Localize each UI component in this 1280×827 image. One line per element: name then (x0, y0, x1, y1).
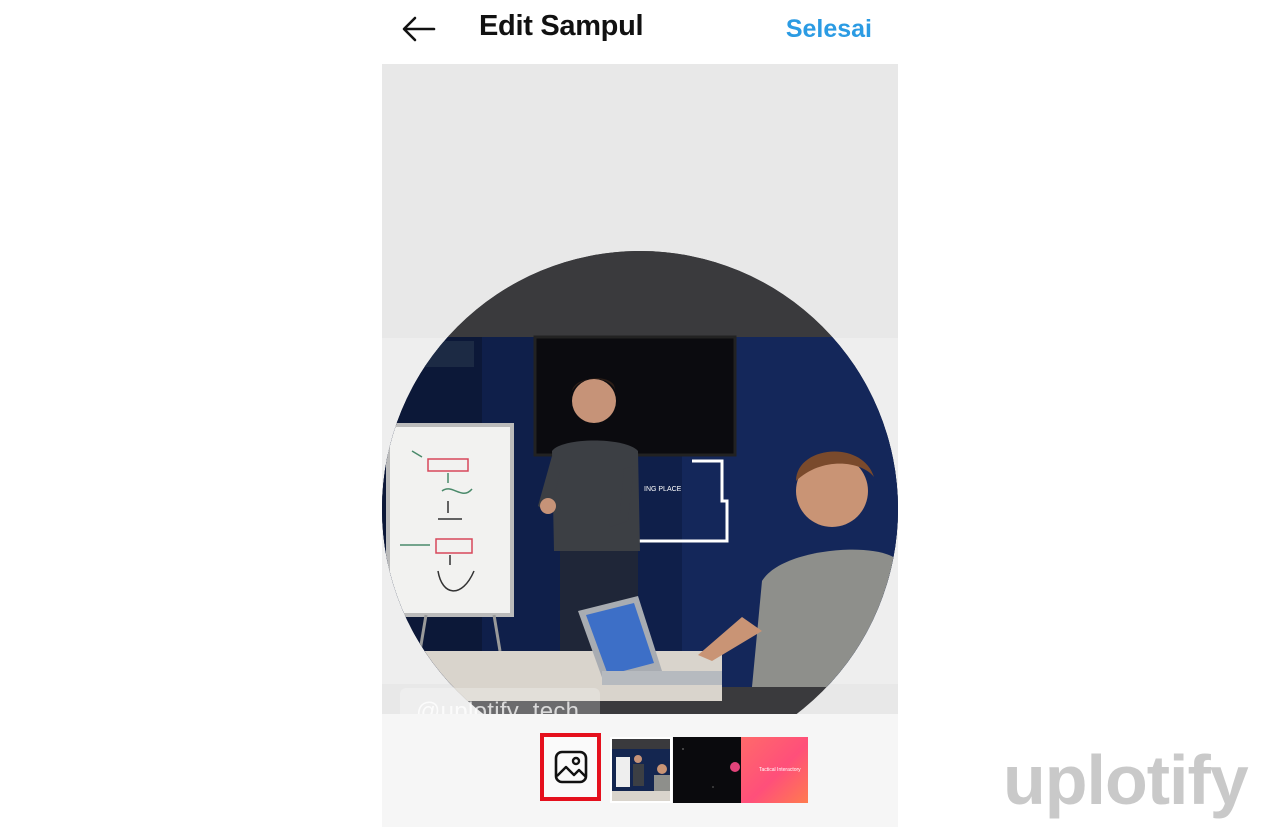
svg-text:ING PLACE: ING PLACE (644, 486, 682, 493)
thumbnail-2-image (673, 737, 741, 803)
thumbnail-3-label: Tactical Interactory (759, 767, 801, 773)
thumbnail-1[interactable] (610, 737, 672, 803)
thumbnail-1-image (612, 739, 670, 801)
cover-crop-circle[interactable]: ING PLACE (382, 251, 898, 714)
cover-photo: ING PLACE (382, 251, 898, 701)
thumbnail-2[interactable] (673, 737, 741, 803)
thumbnail-3[interactable]: Tactical Interactory (741, 737, 808, 803)
thumbnail-bar: Tactical Interactory (382, 714, 898, 827)
done-button[interactable]: Selesai (786, 15, 872, 44)
screen: Edit Sampul Selesai ING PLACE @uplotify_… (0, 0, 1280, 827)
watermark-logo: uplotify (1003, 741, 1249, 819)
gallery-button[interactable] (540, 733, 601, 801)
cover-editor[interactable]: ING PLACE @uplotify_tech (382, 64, 898, 714)
page-title: Edit Sampul (479, 10, 644, 42)
back-button[interactable] (400, 10, 438, 48)
username-text: @uplotify_tech (416, 698, 580, 714)
image-icon (554, 750, 587, 784)
arrow-left-icon (402, 16, 436, 42)
top-bar: Edit Sampul Selesai (382, 0, 898, 64)
